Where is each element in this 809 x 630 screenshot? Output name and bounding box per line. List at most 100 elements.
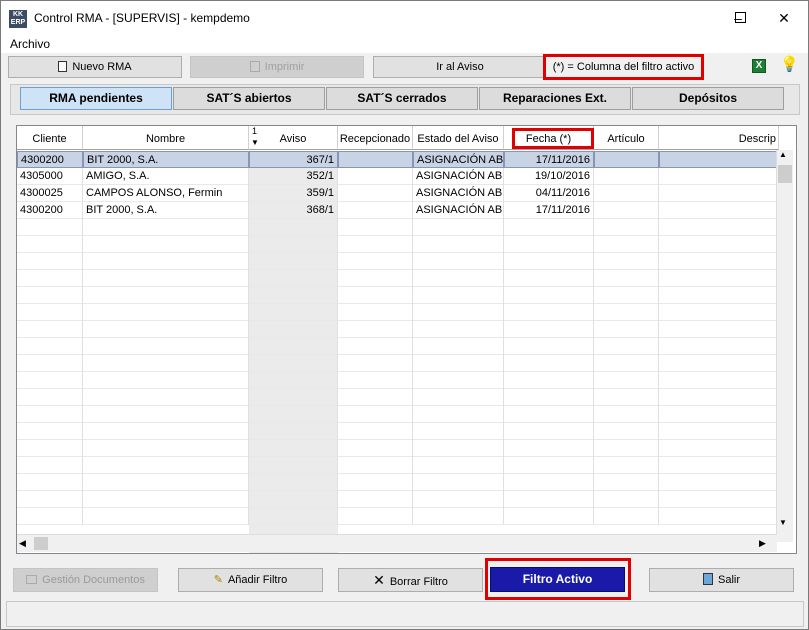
table-row[interactable]: 4300200 BIT 2000, S.A. 367/1 ASIGNACIÓN ABI… xyxy=(17,151,777,168)
cell-articulo[interactable] xyxy=(594,508,659,525)
cell-aviso[interactable] xyxy=(249,457,338,474)
cell-articulo[interactable] xyxy=(594,185,659,202)
cell-cliente[interactable] xyxy=(17,321,83,338)
maximize-button[interactable] xyxy=(735,12,746,23)
go-to-notice-button[interactable]: Ir al Aviso xyxy=(373,56,547,78)
cell-descripcion[interactable] xyxy=(659,457,777,474)
table-row[interactable] xyxy=(17,474,777,491)
cell-nombre[interactable] xyxy=(83,508,249,525)
column-header-descripcion[interactable]: Descrip xyxy=(659,126,779,150)
cell-descripcion[interactable] xyxy=(659,151,777,168)
table-row[interactable] xyxy=(17,440,777,457)
cell-fecha[interactable] xyxy=(504,389,594,406)
cell-aviso[interactable] xyxy=(249,389,338,406)
table-row[interactable]: 4300025 CAMPOS ALONSO, Fermin 359/1 ASIGNAC… xyxy=(17,185,777,202)
cell-estado[interactable] xyxy=(413,508,504,525)
tab-sats-cerrados[interactable]: SAT´S cerrados xyxy=(326,87,478,110)
cell-recepcionado[interactable] xyxy=(338,338,413,355)
column-header-estado[interactable]: Estado del Aviso xyxy=(413,126,504,150)
table-row[interactable]: 4305000 AMIGO, S.A. 352/1 ASIGNACIÓN ABI 19/… xyxy=(17,168,777,185)
cell-cliente[interactable] xyxy=(17,270,83,287)
cell-fecha[interactable] xyxy=(504,372,594,389)
cell-aviso[interactable]: 368/1 xyxy=(249,202,338,219)
cell-descripcion[interactable] xyxy=(659,270,777,287)
cell-recepcionado[interactable] xyxy=(338,491,413,508)
cell-aviso[interactable] xyxy=(249,372,338,389)
cell-estado[interactable]: ASIGNACIÓN ABI xyxy=(413,202,504,219)
horizontal-scrollbar[interactable]: ◀ ▶ xyxy=(17,534,777,552)
cell-recepcionado[interactable] xyxy=(338,423,413,440)
cell-recepcionado[interactable] xyxy=(338,168,413,185)
cell-fecha[interactable] xyxy=(504,219,594,236)
cell-articulo[interactable] xyxy=(594,304,659,321)
cell-cliente[interactable]: 4300200 xyxy=(17,202,83,219)
cell-aviso[interactable]: 359/1 xyxy=(249,185,338,202)
print-button[interactable]: Imprimir xyxy=(190,56,364,78)
cell-nombre[interactable] xyxy=(83,270,249,287)
cell-aviso[interactable] xyxy=(249,236,338,253)
cell-articulo[interactable] xyxy=(594,168,659,185)
cell-estado[interactable] xyxy=(413,372,504,389)
cell-fecha[interactable] xyxy=(504,440,594,457)
table-row[interactable] xyxy=(17,355,777,372)
table-row[interactable] xyxy=(17,270,777,287)
cell-fecha[interactable] xyxy=(504,304,594,321)
cell-recepcionado[interactable] xyxy=(338,372,413,389)
cell-articulo[interactable] xyxy=(594,440,659,457)
cell-descripcion[interactable] xyxy=(659,508,777,525)
tab-reparaciones-ext[interactable]: Reparaciones Ext. xyxy=(479,87,631,110)
cell-cliente[interactable] xyxy=(17,287,83,304)
cell-articulo[interactable] xyxy=(594,491,659,508)
cell-descripcion[interactable] xyxy=(659,185,777,202)
cell-cliente[interactable] xyxy=(17,508,83,525)
cell-recepcionado[interactable] xyxy=(338,202,413,219)
cell-nombre[interactable]: AMIGO, S.A. xyxy=(83,168,249,185)
menu-archivo[interactable]: Archivo xyxy=(10,37,50,51)
cell-fecha[interactable] xyxy=(504,355,594,372)
cell-estado[interactable]: ASIGNACIÓN ABI xyxy=(413,185,504,202)
cell-fecha[interactable] xyxy=(504,457,594,474)
close-button[interactable]: ✕ xyxy=(761,1,807,35)
cell-descripcion[interactable] xyxy=(659,474,777,491)
cell-cliente[interactable] xyxy=(17,304,83,321)
cell-articulo[interactable] xyxy=(594,270,659,287)
cell-nombre[interactable] xyxy=(83,423,249,440)
cell-fecha[interactable] xyxy=(504,491,594,508)
cell-descripcion[interactable] xyxy=(659,236,777,253)
cell-nombre[interactable] xyxy=(83,491,249,508)
cell-fecha[interactable] xyxy=(504,287,594,304)
cell-estado[interactable] xyxy=(413,304,504,321)
cell-descripcion[interactable] xyxy=(659,423,777,440)
cell-cliente[interactable] xyxy=(17,423,83,440)
cell-aviso[interactable] xyxy=(249,406,338,423)
cell-recepcionado[interactable] xyxy=(338,440,413,457)
cell-cliente[interactable] xyxy=(17,236,83,253)
table-row[interactable] xyxy=(17,457,777,474)
cell-aviso[interactable] xyxy=(249,219,338,236)
cell-nombre[interactable] xyxy=(83,355,249,372)
table-row[interactable] xyxy=(17,219,777,236)
cell-cliente[interactable] xyxy=(17,253,83,270)
table-row[interactable] xyxy=(17,508,777,525)
cell-cliente[interactable] xyxy=(17,491,83,508)
scroll-left-icon[interactable]: ◀ xyxy=(19,538,26,549)
cell-estado[interactable] xyxy=(413,457,504,474)
cell-descripcion[interactable] xyxy=(659,321,777,338)
clear-filter-button[interactable]: ✕ Borrar Filtro xyxy=(338,568,483,592)
cell-nombre[interactable] xyxy=(83,321,249,338)
cell-descripcion[interactable] xyxy=(659,253,777,270)
cell-aviso[interactable] xyxy=(249,491,338,508)
cell-aviso[interactable] xyxy=(249,508,338,525)
cell-recepcionado[interactable] xyxy=(338,355,413,372)
vertical-scrollbar[interactable]: ▲ ▼ xyxy=(776,150,793,542)
cell-recepcionado[interactable] xyxy=(338,406,413,423)
cell-descripcion[interactable] xyxy=(659,355,777,372)
active-filter-button[interactable]: Filtro Activo xyxy=(490,567,625,592)
cell-articulo[interactable] xyxy=(594,423,659,440)
cell-articulo[interactable] xyxy=(594,253,659,270)
table-row[interactable] xyxy=(17,406,777,423)
cell-aviso[interactable] xyxy=(249,338,338,355)
table-row[interactable] xyxy=(17,491,777,508)
cell-descripcion[interactable] xyxy=(659,168,777,185)
document-management-button[interactable]: Gestión Documentos xyxy=(13,568,158,592)
